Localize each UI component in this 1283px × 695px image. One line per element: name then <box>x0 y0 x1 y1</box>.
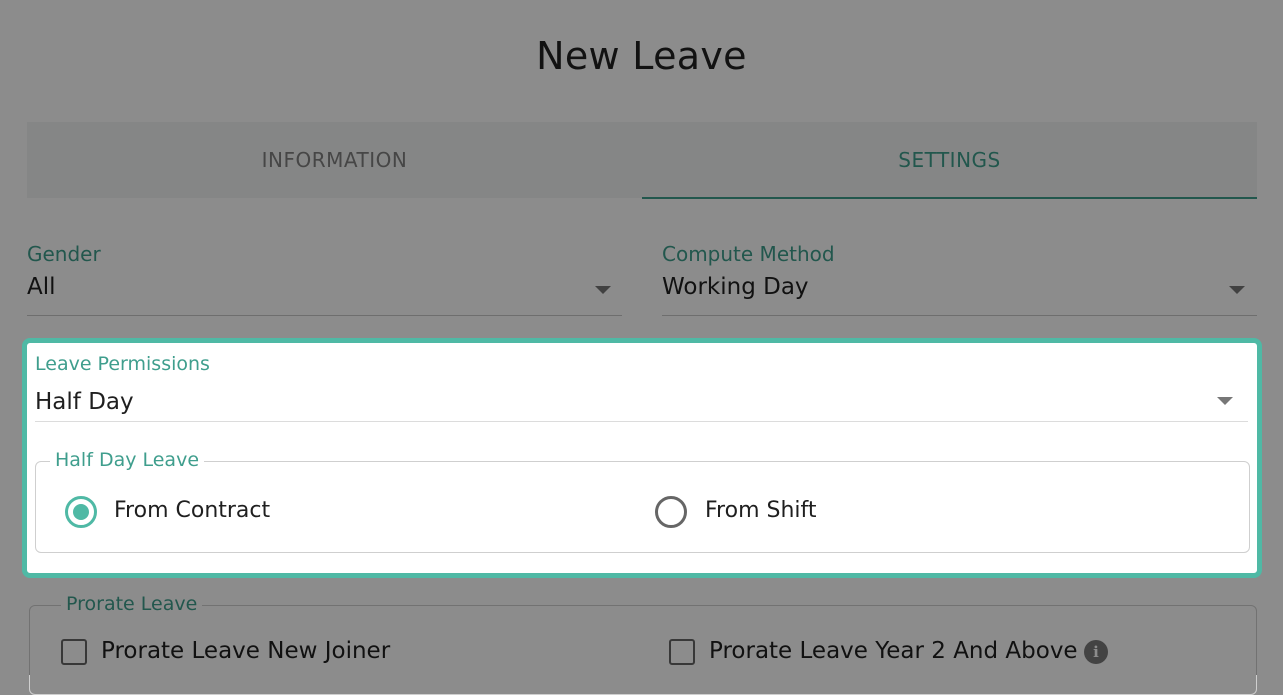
from-contract-radio[interactable] <box>65 496 97 528</box>
prorate-new-joiner-label[interactable]: Prorate Leave New Joiner <box>101 638 390 664</box>
tab-bar: INFORMATION SETTINGS <box>27 122 1257 199</box>
compute-method-select[interactable]: Compute Method Working Day <box>662 242 1257 316</box>
tab-information[interactable]: INFORMATION <box>27 122 642 198</box>
leave-permissions-label: Leave Permissions <box>35 353 210 375</box>
gender-select[interactable]: Gender All <box>27 242 622 316</box>
page-title: New Leave <box>536 34 747 78</box>
gender-underline <box>27 315 622 316</box>
compute-method-value: Working Day <box>662 274 809 300</box>
tab-settings[interactable]: SETTINGS <box>642 122 1257 198</box>
compute-method-label: Compute Method <box>662 242 835 266</box>
gender-label: Gender <box>27 242 101 266</box>
half-day-leave-legend: Half Day Leave <box>50 449 205 471</box>
from-shift-radio[interactable] <box>655 496 687 528</box>
prorate-leave-group: Prorate Leave Prorate Leave New Joiner P… <box>29 593 1257 695</box>
info-icon[interactable]: i <box>1084 640 1108 664</box>
leave-permissions-value[interactable]: Half Day <box>35 389 134 415</box>
prorate-leave-legend: Prorate Leave <box>61 593 203 615</box>
chevron-down-icon <box>1229 286 1245 294</box>
chevron-down-icon <box>595 286 611 294</box>
active-tab-indicator <box>642 197 1257 199</box>
compute-method-underline <box>662 315 1257 316</box>
prorate-new-joiner-checkbox[interactable] <box>61 639 87 665</box>
leave-permissions-panel: Leave Permissions Half Day Half Day Leav… <box>22 338 1262 578</box>
chevron-down-icon[interactable] <box>1217 397 1233 405</box>
from-shift-label[interactable]: From Shift <box>705 498 817 523</box>
prorate-year2-label[interactable]: Prorate Leave Year 2 And Above <box>709 638 1078 664</box>
half-day-leave-group: Half Day Leave From Contract From Shift <box>35 449 1250 553</box>
from-contract-label[interactable]: From Contract <box>114 498 270 523</box>
leave-permissions-underline <box>35 421 1248 422</box>
gender-value: All <box>27 274 56 300</box>
prorate-year2-checkbox[interactable] <box>669 639 695 665</box>
